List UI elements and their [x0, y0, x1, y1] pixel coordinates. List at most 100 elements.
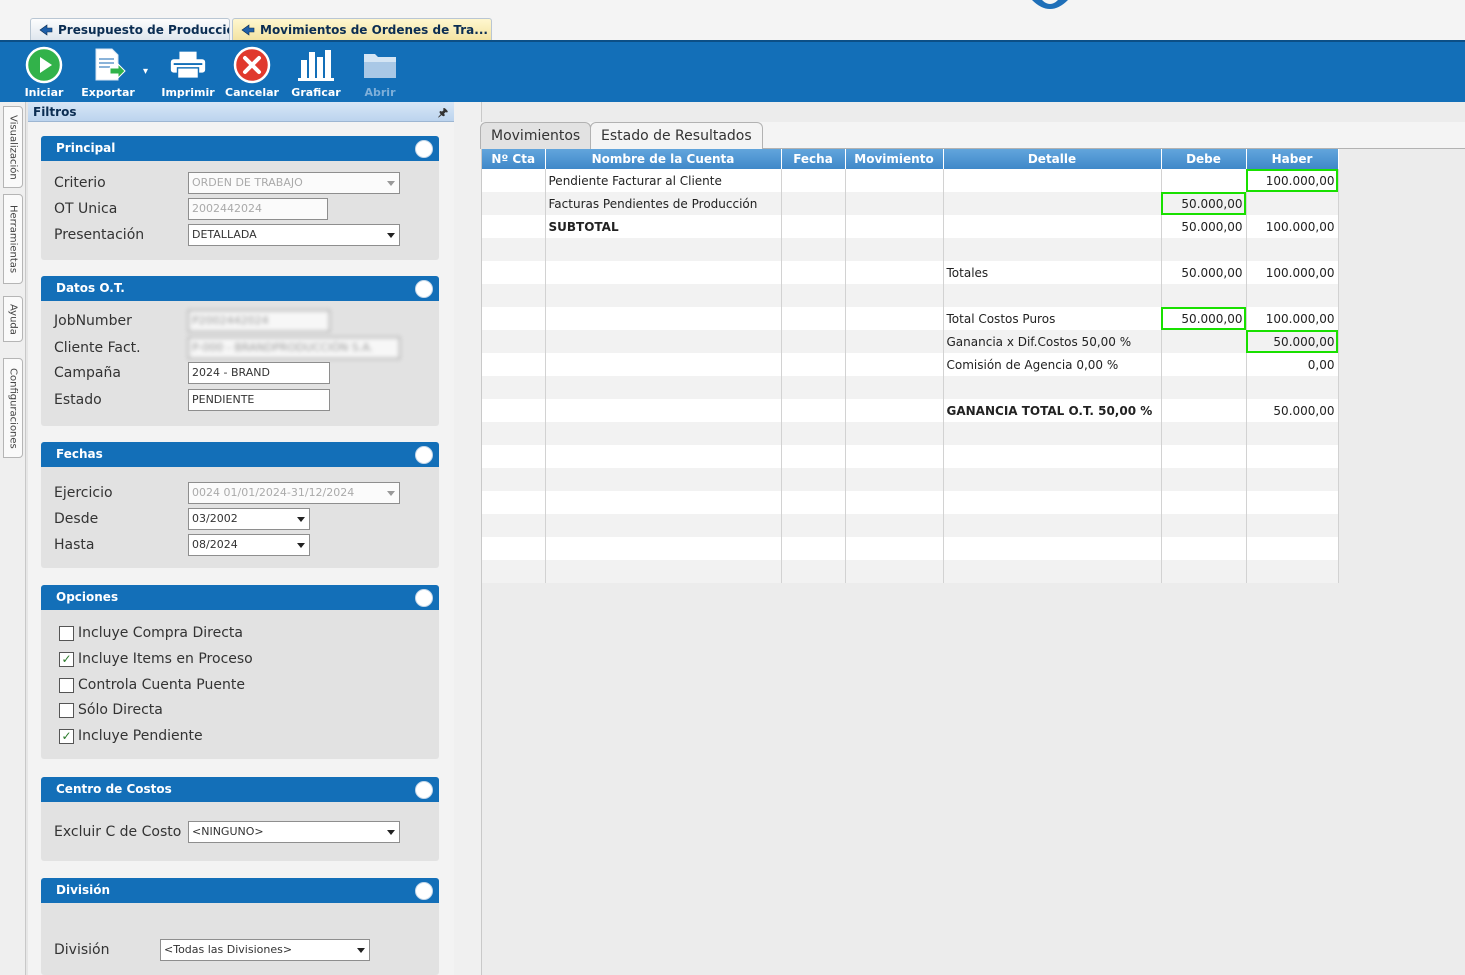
- cell-movimiento[interactable]: [845, 284, 944, 307]
- abrir-button[interactable]: Abrir: [354, 46, 406, 100]
- cell-detalle[interactable]: Ganancia x Dif.Costos 50,00 %: [943, 330, 1162, 353]
- cell-detalle[interactable]: [943, 215, 1162, 238]
- table-row[interactable]: [482, 238, 1339, 261]
- group-centro-costos-header[interactable]: Centro de Costos: [41, 777, 439, 802]
- collapse-circle-icon[interactable]: [415, 589, 433, 607]
- cell-debe[interactable]: [1161, 399, 1247, 422]
- cell-fecha[interactable]: [781, 261, 846, 284]
- cell-nro-cta[interactable]: [482, 560, 546, 583]
- cell-nro-cta[interactable]: [482, 192, 546, 215]
- cell-debe[interactable]: [1161, 537, 1247, 560]
- group-opciones-header[interactable]: Opciones: [41, 585, 439, 610]
- cell-nombre[interactable]: Facturas Pendientes de Producción: [545, 192, 782, 215]
- cell-detalle[interactable]: [943, 169, 1162, 192]
- cell-haber[interactable]: [1246, 238, 1339, 261]
- cell-movimiento[interactable]: [845, 261, 944, 284]
- option-checkbox-row[interactable]: Controla Cuenta Puente: [59, 677, 245, 693]
- cell-haber[interactable]: [1246, 537, 1339, 560]
- cell-detalle[interactable]: [943, 445, 1162, 468]
- cell-movimiento[interactable]: [845, 192, 944, 215]
- checkbox-incluye-compra-directa[interactable]: [59, 625, 74, 641]
- group-principal-header[interactable]: Principal: [41, 136, 439, 161]
- cell-detalle[interactable]: [943, 560, 1162, 583]
- cell-fecha[interactable]: [781, 399, 846, 422]
- cell-haber[interactable]: [1246, 192, 1339, 215]
- column-header-haber[interactable]: Haber: [1246, 149, 1339, 169]
- cell-nombre[interactable]: [545, 491, 782, 514]
- criterio-select[interactable]: ORDEN DE TRABAJO: [188, 172, 400, 194]
- division-select[interactable]: <Todas las Divisiones>: [160, 939, 370, 961]
- cell-debe[interactable]: [1161, 468, 1247, 491]
- option-checkbox-row[interactable]: ✓ Incluye Items en Proceso: [59, 651, 253, 667]
- table-row[interactable]: Ganancia x Dif.Costos 50,00 % 50.000,00: [482, 330, 1339, 353]
- cell-nombre[interactable]: [545, 537, 782, 560]
- cell-movimiento[interactable]: [845, 376, 944, 399]
- cell-nro-cta[interactable]: [482, 307, 546, 330]
- table-row[interactable]: GANANCIA TOTAL O.T. 50,00 % 50.000,00: [482, 399, 1339, 422]
- cell-fecha[interactable]: [781, 560, 846, 583]
- cell-detalle[interactable]: [943, 422, 1162, 445]
- tab-estado-de-resultados[interactable]: Estado de Resultados: [590, 122, 763, 149]
- cell-movimiento[interactable]: [845, 468, 944, 491]
- panel-splitter[interactable]: [454, 102, 482, 975]
- cell-nombre[interactable]: [545, 445, 782, 468]
- cell-nombre[interactable]: [545, 376, 782, 399]
- cell-fecha[interactable]: [781, 514, 846, 537]
- cell-nro-cta[interactable]: [482, 215, 546, 238]
- cell-nro-cta[interactable]: [482, 422, 546, 445]
- cell-movimiento[interactable]: [845, 215, 944, 238]
- option-checkbox-row[interactable]: ✓ Incluye Pendiente: [59, 728, 203, 744]
- cell-detalle[interactable]: [943, 491, 1162, 514]
- checkbox-incluye-items-en-proceso[interactable]: ✓: [59, 651, 74, 667]
- cell-fecha[interactable]: [781, 445, 846, 468]
- cell-movimiento[interactable]: [845, 445, 944, 468]
- table-row[interactable]: [482, 491, 1339, 514]
- cell-fecha[interactable]: [781, 238, 846, 261]
- graficar-button[interactable]: Graficar: [290, 46, 342, 100]
- table-row[interactable]: [482, 468, 1339, 491]
- side-tab-ayuda[interactable]: Ayuda: [3, 296, 23, 342]
- cell-nombre[interactable]: [545, 238, 782, 261]
- table-row[interactable]: [482, 514, 1339, 537]
- checkbox-incluye-pendiente[interactable]: ✓: [59, 728, 74, 744]
- checkbox-solo-directa[interactable]: [59, 702, 74, 718]
- cell-haber[interactable]: [1246, 376, 1339, 399]
- table-row[interactable]: Pendiente Facturar al Cliente 100.000,00: [482, 169, 1339, 192]
- cell-fecha[interactable]: [781, 307, 846, 330]
- cell-debe[interactable]: [1161, 330, 1247, 353]
- column-header-nro-cta[interactable]: Nº Cta: [482, 149, 546, 169]
- cell-debe[interactable]: [1161, 238, 1247, 261]
- table-row[interactable]: [482, 537, 1339, 560]
- cell-nro-cta[interactable]: [482, 537, 546, 560]
- desde-select[interactable]: 03/2002: [188, 508, 310, 530]
- cell-detalle[interactable]: [943, 468, 1162, 491]
- table-row[interactable]: [482, 284, 1339, 307]
- cell-movimiento[interactable]: [845, 537, 944, 560]
- jobnumber-field[interactable]: P2002442024: [188, 310, 330, 332]
- cell-nro-cta[interactable]: [482, 169, 546, 192]
- cell-haber[interactable]: [1246, 422, 1339, 445]
- table-row[interactable]: Comisión de Agencia 0,00 % 0,00: [482, 353, 1339, 376]
- excluir-select[interactable]: <NINGUNO>: [188, 821, 400, 843]
- cell-nro-cta[interactable]: [482, 261, 546, 284]
- cell-debe[interactable]: 50.000,00: [1161, 261, 1247, 284]
- column-header-movimiento[interactable]: Movimiento: [845, 149, 944, 169]
- cell-movimiento[interactable]: [845, 399, 944, 422]
- cell-movimiento[interactable]: [845, 353, 944, 376]
- cell-nombre[interactable]: [545, 468, 782, 491]
- collapse-circle-icon[interactable]: [415, 140, 433, 158]
- hasta-select[interactable]: 08/2024: [188, 534, 310, 556]
- cell-haber[interactable]: [1246, 468, 1339, 491]
- cell-debe[interactable]: [1161, 284, 1247, 307]
- cell-movimiento[interactable]: [845, 238, 944, 261]
- cell-fecha[interactable]: [781, 284, 846, 307]
- collapse-circle-icon[interactable]: [415, 280, 433, 298]
- cell-nro-cta[interactable]: [482, 514, 546, 537]
- collapse-circle-icon[interactable]: [415, 882, 433, 900]
- cell-nombre[interactable]: [545, 330, 782, 353]
- cell-movimiento[interactable]: [845, 330, 944, 353]
- pin-icon[interactable]: 🖈: [438, 104, 448, 123]
- doc-tab-presupuesto[interactable]: Presupuesto de Producción: [30, 18, 230, 40]
- cell-debe[interactable]: [1161, 353, 1247, 376]
- cell-haber[interactable]: 50.000,00: [1246, 399, 1339, 422]
